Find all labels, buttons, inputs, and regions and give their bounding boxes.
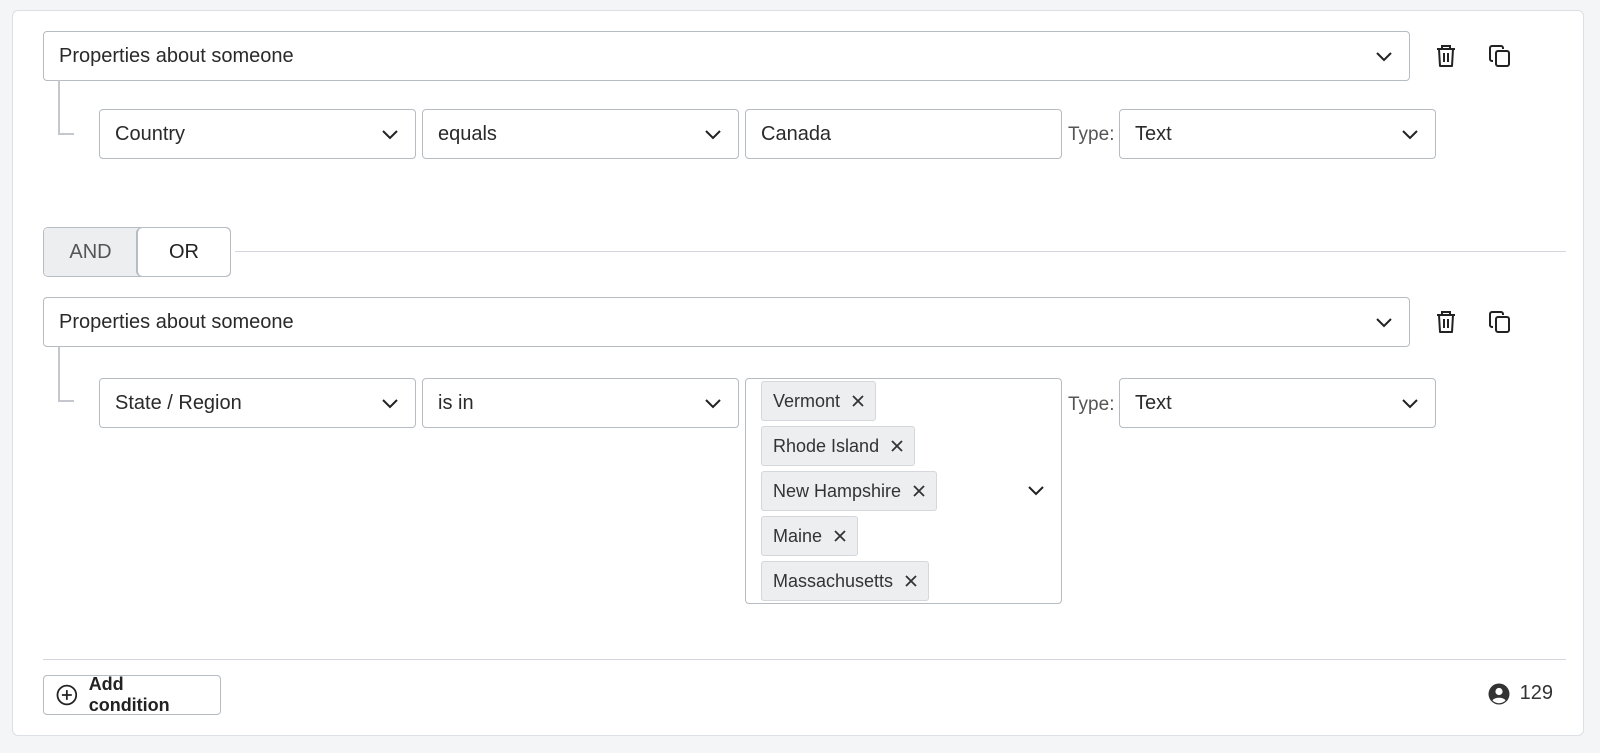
group1-operator-select[interactable]: equals — [422, 109, 739, 159]
logic-divider — [235, 251, 1566, 252]
close-icon[interactable] — [833, 529, 847, 543]
group1-operator-label: equals — [438, 122, 497, 145]
chevron-down-icon — [1402, 399, 1418, 409]
segment-conditions-card: Properties about someone Country equals … — [12, 10, 1584, 736]
value-chip-label: New Hampshire — [773, 480, 902, 501]
group2-type-value: Text — [1135, 391, 1172, 414]
chevron-down-icon — [1376, 318, 1392, 328]
group2-source-label: Properties about someone — [59, 310, 294, 333]
chevron-down-icon[interactable] — [1025, 479, 1047, 501]
chevron-down-icon — [1402, 130, 1418, 140]
value-chip-label: Vermont — [773, 390, 841, 411]
or-toggle-option[interactable]: OR — [137, 228, 230, 276]
user-circle-icon — [1488, 683, 1510, 704]
group1-type-select[interactable]: Text — [1119, 109, 1436, 159]
close-icon[interactable] — [912, 484, 926, 498]
chevron-down-icon — [382, 130, 398, 140]
value-chip-label: Massachusetts — [773, 570, 894, 591]
close-icon[interactable] — [904, 574, 918, 588]
value-chip: Vermont — [761, 381, 877, 421]
group2-tree-connector — [58, 347, 74, 402]
group1-field-label: Country — [115, 122, 186, 145]
group2-source-select[interactable]: Properties about someone — [43, 297, 1410, 347]
group2-duplicate-button[interactable] — [1485, 307, 1515, 337]
chevron-down-icon — [705, 399, 721, 409]
value-chip-label: Maine — [773, 525, 823, 546]
trash-icon — [1437, 311, 1455, 333]
group2-delete-button[interactable] — [1431, 307, 1461, 337]
and-toggle-option[interactable]: AND — [44, 228, 137, 276]
group2-field-label: State / Region — [115, 391, 242, 414]
group1-field-select[interactable]: Country — [99, 109, 416, 159]
add-condition-label: Add condition — [88, 674, 170, 715]
group1-delete-button[interactable] — [1431, 41, 1461, 71]
and-or-toggle: AND OR — [43, 227, 231, 277]
group2-field-select[interactable]: State / Region — [99, 378, 416, 428]
group2-values-multiselect[interactable]: Vermont Rhode Island New Hampshire Maine… — [745, 378, 1062, 604]
value-chip-label: Rhode Island — [773, 435, 880, 456]
value-chip: Massachusetts — [761, 561, 930, 601]
chevron-down-icon — [382, 399, 398, 409]
audience-count: 129 — [1488, 682, 1553, 705]
group1-duplicate-button[interactable] — [1485, 41, 1515, 71]
group1-tree-connector — [58, 80, 74, 135]
group1-source-label: Properties about someone — [59, 44, 294, 67]
group1-type-value: Text — [1135, 122, 1172, 145]
value-chip: Maine — [761, 516, 859, 556]
value-chip: New Hampshire — [761, 471, 938, 511]
group2-type-select[interactable]: Text — [1119, 378, 1436, 428]
group1-value-text: Canada — [761, 122, 832, 145]
trash-icon — [1437, 45, 1455, 67]
group1-value-input[interactable]: Canada — [745, 109, 1062, 159]
close-icon[interactable] — [890, 439, 904, 453]
group1-source-select[interactable]: Properties about someone — [43, 31, 1410, 81]
close-icon[interactable] — [851, 394, 865, 408]
audience-count-value: 129 — [1519, 682, 1553, 704]
group2-operator-label: is in — [438, 391, 474, 414]
add-condition-button[interactable]: Add condition — [43, 674, 221, 715]
chevron-down-icon — [705, 130, 721, 140]
chevron-down-icon — [1376, 52, 1392, 62]
footer-divider — [43, 659, 1566, 660]
copy-icon — [1489, 311, 1510, 333]
plus-circle-icon — [56, 684, 78, 706]
copy-icon — [1489, 45, 1510, 67]
group2-operator-select[interactable]: is in — [422, 378, 739, 428]
group1-type-label: Type: — [1068, 124, 1115, 145]
value-chip: Rhode Island — [761, 426, 916, 466]
group2-type-label: Type: — [1068, 394, 1115, 415]
